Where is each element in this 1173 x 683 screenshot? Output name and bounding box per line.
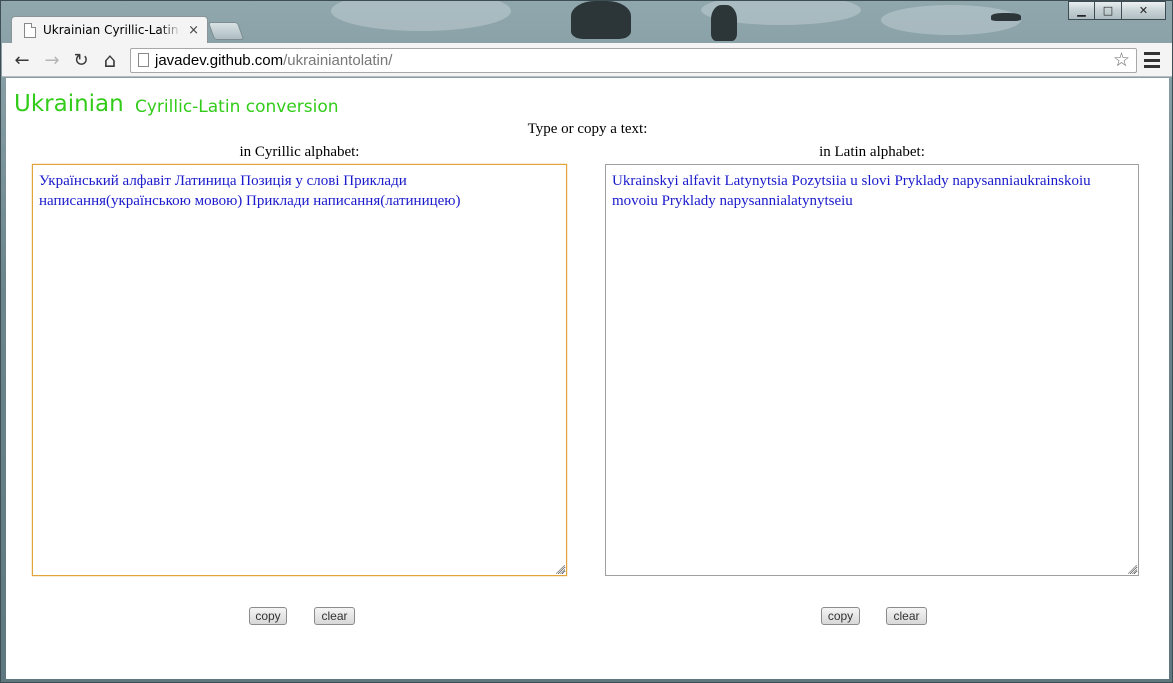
cyrillic-text: Український алфавіт Латиница Позиція у с… xyxy=(39,173,461,209)
minimize-button[interactable]: ▁ xyxy=(1068,1,1095,20)
resize-grip-icon[interactable] xyxy=(1128,565,1137,574)
reload-icon[interactable]: ↻ xyxy=(69,48,93,72)
url-host: javadev.github.com xyxy=(155,52,284,69)
tab-close-icon[interactable]: × xyxy=(188,23,199,38)
latin-clear-button[interactable]: clear xyxy=(886,607,927,625)
back-arrow-icon[interactable]: ← xyxy=(10,48,34,72)
home-icon[interactable]: ⌂ xyxy=(98,48,122,72)
resize-grip-icon[interactable] xyxy=(556,565,565,574)
latin-copy-button[interactable]: copy xyxy=(821,607,860,625)
bookmark-star-icon[interactable]: ☆ xyxy=(1113,49,1130,72)
window-caption-buttons: ▁ □ ✕ xyxy=(1068,1,1166,20)
page-title: Ukrainian xyxy=(14,91,124,117)
bat-decoration xyxy=(991,13,1021,21)
url-path: /ukrainiantolatin/ xyxy=(283,52,393,69)
menu-icon[interactable] xyxy=(1144,52,1160,68)
cyrillic-label: in Cyrillic alphabet: xyxy=(239,144,360,160)
maximize-button[interactable]: □ xyxy=(1095,1,1122,20)
forward-arrow-icon[interactable]: → xyxy=(40,48,64,72)
browser-window: ▁ □ ✕ Ukrainian Cyrillic-Latin conversio… xyxy=(0,0,1173,683)
latin-text: Ukrainskyi alfavit Latynytsia Pozytsiia … xyxy=(612,173,1091,209)
figure-decoration xyxy=(711,5,737,41)
browser-toolbar: ← → ↻ ⌂ javadev.github.com/ukrainiantola… xyxy=(2,43,1172,77)
page-content: Ukrainian Cyrillic-Latin conversion Type… xyxy=(6,78,1169,679)
close-window-button[interactable]: ✕ xyxy=(1122,1,1166,20)
page-icon xyxy=(24,22,36,38)
address-bar[interactable]: javadev.github.com/ukrainiantolatin/ ☆ xyxy=(130,48,1137,73)
latin-textarea[interactable]: Ukrainskyi alfavit Latynytsia Pozytsiia … xyxy=(605,164,1139,576)
instruction-text: Type or copy a text: xyxy=(527,121,648,137)
cyrillic-copy-button[interactable]: copy xyxy=(249,607,287,625)
owl-decoration xyxy=(571,1,631,39)
cyrillic-textarea[interactable]: Український алфавіт Латиница Позиція у с… xyxy=(32,164,567,576)
cyrillic-clear-button[interactable]: clear xyxy=(314,607,355,625)
latin-label: in Latin alphabet: xyxy=(819,144,925,160)
browser-tab[interactable]: Ukrainian Cyrillic-Latin conversion × xyxy=(11,16,208,43)
tab-title: Ukrainian Cyrillic-Latin conversion xyxy=(43,23,181,37)
page-icon xyxy=(138,53,149,67)
new-tab-button[interactable] xyxy=(207,22,245,40)
page-subtitle: Cyrillic-Latin conversion xyxy=(135,97,339,117)
